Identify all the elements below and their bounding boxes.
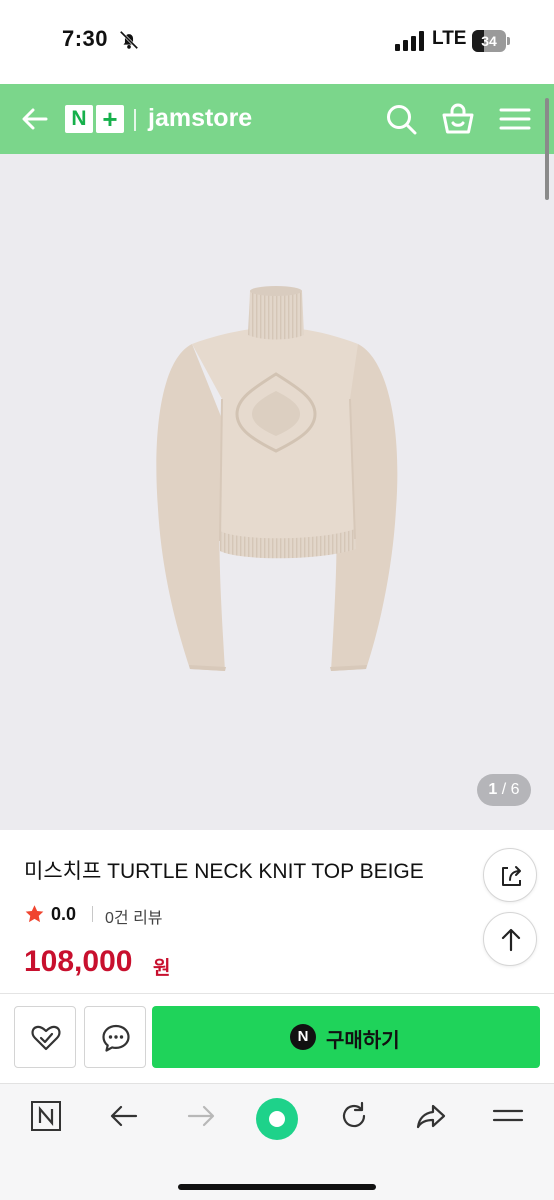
status-bar: 7:30 LTE 34 <box>0 0 554 84</box>
arrow-left-icon[interactable] <box>18 102 52 136</box>
refresh-icon[interactable] <box>338 1100 370 1132</box>
chat-bubble-icon <box>102 1024 130 1052</box>
rating-divider <box>92 906 93 922</box>
image-counter: 1 / 6 <box>477 774 531 806</box>
rating-value: 0.0 <box>51 904 77 924</box>
product-photo-sweater <box>156 286 398 671</box>
home-indicator <box>178 1184 376 1190</box>
naver-plus-logo[interactable]: N + <box>65 105 124 133</box>
naver-home-icon[interactable] <box>30 1100 62 1132</box>
image-total: 6 <box>510 781 520 798</box>
buy-bar: N 구매하기 <box>0 993 554 1083</box>
network-type: LTE <box>432 28 467 49</box>
arrow-up-icon <box>501 928 521 952</box>
hamburger-icon[interactable] <box>497 101 533 137</box>
store-name[interactable]: jamstore <box>148 104 252 133</box>
forward-arrow-icon[interactable] <box>185 1100 217 1132</box>
app-header: N + jamstore <box>0 84 554 154</box>
heart-check-icon <box>31 1025 61 1051</box>
header-divider <box>134 109 136 131</box>
product-title: 미스치프 TURTLE NECK KNIT TOP BEIGE <box>24 860 424 883</box>
bell-slash-icon <box>119 30 139 50</box>
search-icon[interactable] <box>383 101 419 137</box>
green-dot-button[interactable] <box>256 1098 298 1140</box>
product-image-carousel[interactable]: 1 / 6 <box>0 154 554 830</box>
back-arrow-icon[interactable] <box>108 1100 140 1132</box>
star-icon <box>25 905 44 923</box>
image-current: 1 <box>488 781 498 798</box>
share-button[interactable] <box>483 848 537 902</box>
price-currency: 원 <box>153 958 171 979</box>
battery-icon: 34 <box>472 30 510 52</box>
buy-button-label: 구매하기 <box>326 1030 400 1052</box>
logo-n: N <box>65 105 93 133</box>
naver-pay-n-icon: N <box>290 1024 316 1050</box>
talk-button[interactable] <box>84 1006 146 1068</box>
share-icon <box>502 866 521 886</box>
status-time: 7:30 <box>62 26 109 51</box>
image-separator: / <box>497 781 511 798</box>
logo-plus: + <box>96 105 124 133</box>
page-scrollbar[interactable] <box>545 98 549 200</box>
product-price: 108,000 <box>24 945 133 978</box>
browser-toolbar <box>0 1083 554 1200</box>
basket-icon[interactable] <box>440 101 476 137</box>
share-arrow-icon[interactable] <box>415 1100 447 1132</box>
buy-button[interactable]: N 구매하기 <box>152 1006 540 1068</box>
review-count[interactable]: 0건 리뷰 <box>105 904 163 928</box>
cellular-signal-icon <box>395 31 424 51</box>
menu-icon[interactable] <box>492 1100 524 1132</box>
wishlist-button[interactable] <box>14 1006 76 1068</box>
scroll-top-button[interactable] <box>483 912 537 966</box>
battery-percentage: 34 <box>481 33 497 49</box>
